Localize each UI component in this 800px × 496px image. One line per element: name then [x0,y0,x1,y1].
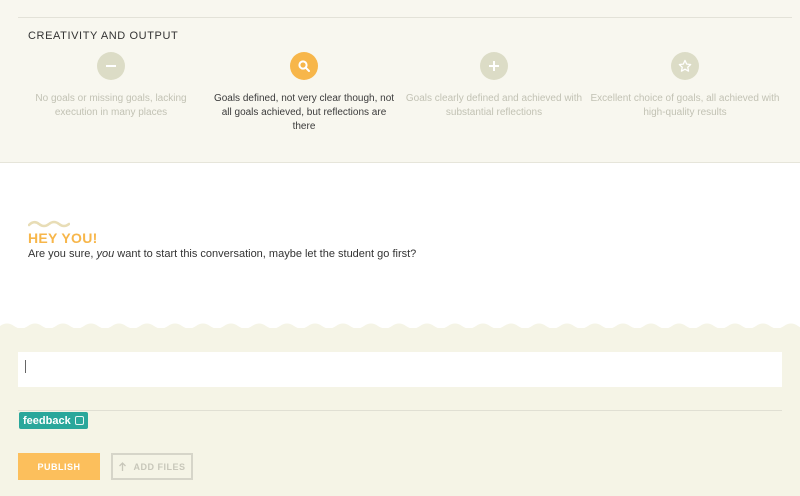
add-files-label: ADD FILES [133,461,186,472]
notice-message: Are you sure, you want to start this con… [28,248,417,260]
rubric-level-3[interactable]: Goals clearly defined and achieved with … [399,52,589,120]
rubric-level-description: Goals clearly defined and achieved with … [405,93,583,118]
composer-divider [18,410,782,411]
upload-arrow-icon [119,461,127,471]
rubric-title: CREATIVITY AND OUTPUT [28,30,179,42]
rubric-level-description: Excellent choice of goals, all achieved … [590,93,780,118]
rubric-level-2[interactable]: Goals defined, not very clear though, no… [209,52,399,134]
plus-icon [480,52,508,80]
rubric-level-description: No goals or missing goals, lacking execu… [35,93,187,118]
tag-feedback[interactable]: feedback [19,412,88,429]
add-files-button[interactable]: ADD FILES [111,453,193,480]
tag-label: feedback [23,414,71,427]
rubric-panel: CREATIVITY AND OUTPUT No goals or missin… [0,0,800,163]
star-icon [671,52,699,80]
publish-button[interactable]: PUBLISH [18,453,100,480]
search-icon [290,52,318,80]
notice-title: HEY YOU! [28,230,98,246]
squiggle-decoration [28,220,70,228]
remove-tag-icon[interactable] [74,416,84,425]
minus-icon [97,52,125,80]
rubric-level-description: Goals defined, not very clear though, no… [213,93,395,132]
rubric-level-1[interactable]: No goals or missing goals, lacking execu… [16,52,206,120]
rubric-level-4[interactable]: Excellent choice of goals, all achieved … [590,52,780,120]
notice: HEY YOU! Are you sure, you want to start… [28,220,416,260]
text-cursor [25,360,26,373]
comment-input[interactable] [18,352,782,387]
rubric-divider [18,17,792,18]
